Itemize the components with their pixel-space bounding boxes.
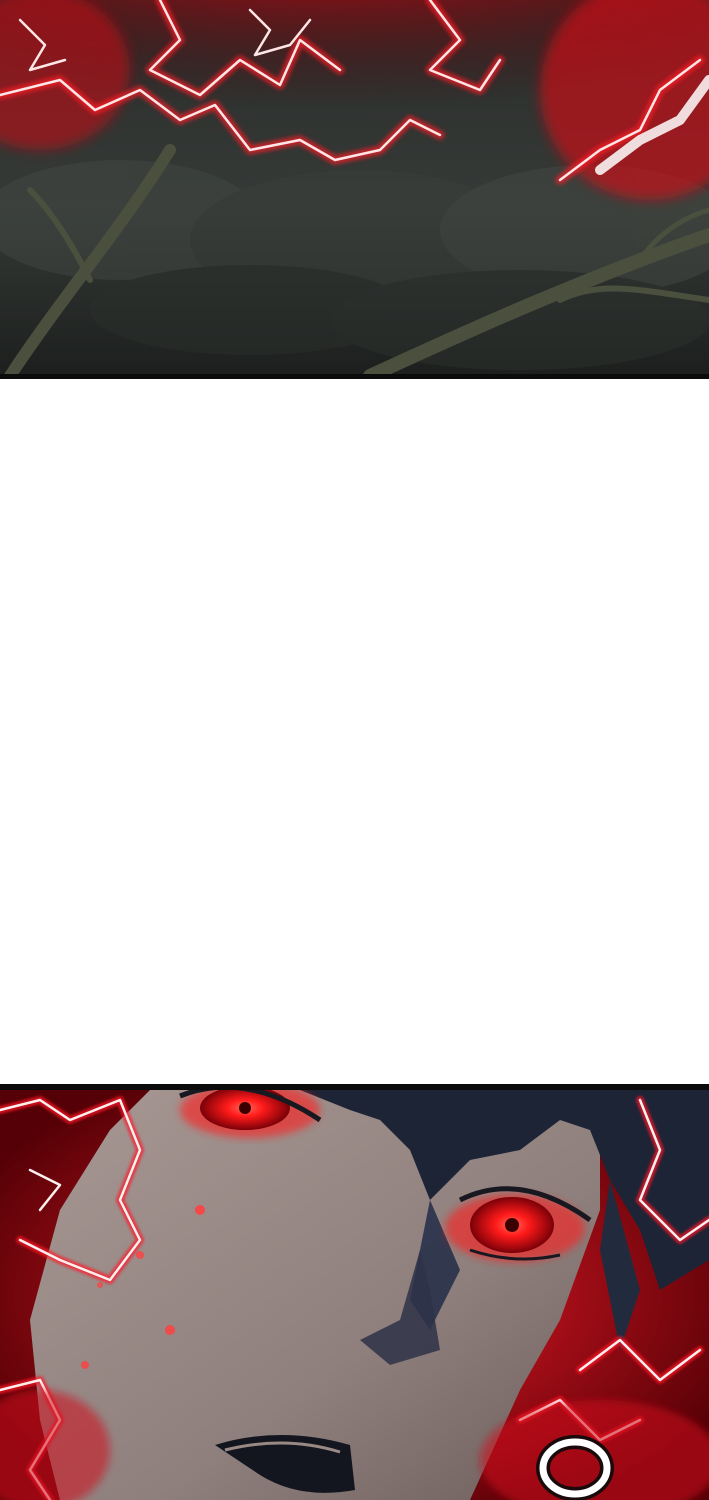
panel-gutter [0,379,709,1085]
panel-glowing-eyes [0,1090,709,1500]
panel-forest-lightning [0,0,709,376]
comic-page [0,0,709,1500]
forest-lightning-illustration [0,0,709,376]
glowing-eyes-illustration [0,1090,709,1500]
